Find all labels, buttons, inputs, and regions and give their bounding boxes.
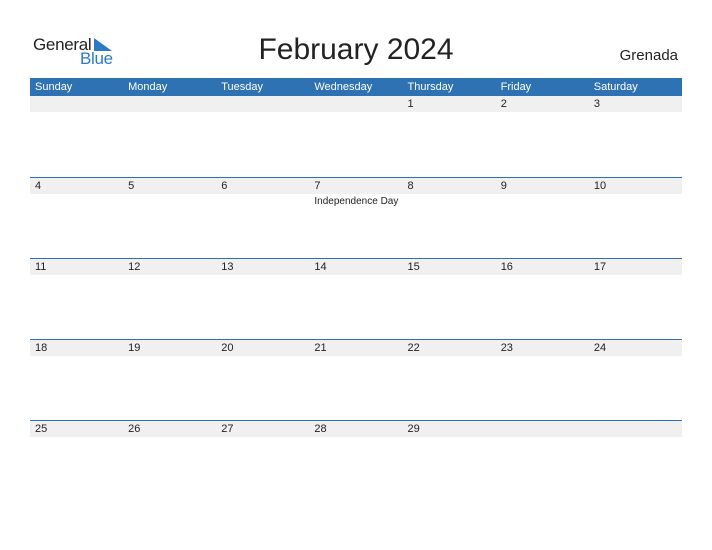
day-cell [216, 96, 309, 177]
day-number: 5 [128, 180, 135, 192]
weekday-monday: Monday [128, 81, 168, 93]
weekday-friday: Friday [500, 81, 532, 93]
day-number: 16 [500, 261, 513, 273]
day-number: 22 [407, 342, 420, 354]
day-number: 10 [593, 180, 607, 192]
day-cell: 23 [496, 340, 589, 421]
day-number: 11 [35, 261, 47, 273]
day-number: 28 [314, 423, 327, 435]
day-number: 29 [407, 423, 420, 435]
weekday-sunday: Sunday [35, 81, 73, 93]
day-cell [589, 421, 682, 502]
day-number: 20 [221, 342, 234, 354]
day-number: 15 [407, 261, 420, 273]
day-cell: 26 [123, 421, 216, 502]
day-number: 14 [314, 261, 327, 273]
day-cell: 2 [496, 96, 589, 177]
day-number: 13 [221, 261, 234, 273]
day-cell: 27 [216, 421, 309, 502]
week-row: 4 5 6 7 Independence Day 8 9 10 [30, 177, 682, 259]
day-number: 26 [128, 423, 141, 435]
day-cell: 6 [216, 178, 309, 259]
day-cell: 24 [589, 340, 682, 421]
day-number: 8 [407, 180, 414, 192]
day-number: 21 [314, 342, 327, 354]
day-cell: 18 [30, 340, 123, 421]
day-number: 12 [128, 261, 141, 273]
day-cell: 15 [403, 259, 496, 340]
week-row: 11 12 13 14 15 16 17 [30, 258, 682, 340]
day-cell: 1 [403, 96, 496, 177]
day-cell: 12 [123, 259, 216, 340]
weekday-tuesday: Tuesday [221, 81, 264, 93]
day-cell [30, 96, 123, 177]
weekday-thursday: Thursday [407, 81, 454, 93]
day-number: 23 [500, 342, 513, 354]
day-number: 24 [593, 342, 607, 354]
day-number: 4 [35, 180, 42, 192]
day-cell [309, 96, 402, 177]
week-row: 25 26 27 28 29 [30, 420, 682, 502]
day-number: 1 [407, 98, 414, 110]
day-number: 25 [35, 423, 48, 435]
weekday-wednesday: Wednesday [314, 81, 373, 93]
day-number: 17 [593, 261, 607, 273]
day-cell: 4 [30, 178, 123, 259]
day-cell: 22 [403, 340, 496, 421]
day-cell: 20 [216, 340, 309, 421]
day-number: 27 [221, 423, 234, 435]
day-cell [123, 96, 216, 177]
day-cell: 8 [403, 178, 496, 259]
day-number: 18 [35, 342, 48, 354]
day-cell: 25 [30, 421, 123, 502]
holiday-label: Independence Day [314, 196, 399, 207]
day-cell: 3 [589, 96, 682, 177]
day-cell: 7 Independence Day [309, 178, 402, 259]
day-number: 19 [128, 342, 141, 354]
day-cell: 11 [30, 259, 123, 340]
day-cell: 17 [589, 259, 682, 340]
week-row: 18 19 20 21 22 23 24 [30, 339, 682, 421]
day-cell [496, 421, 589, 502]
day-cell: 5 [123, 178, 216, 259]
day-cell: 28 [309, 421, 402, 502]
day-cell: 21 [309, 340, 402, 421]
calendar-title: February 2024 [258, 33, 454, 66]
day-cell: 13 [216, 259, 309, 340]
day-number: 9 [500, 180, 507, 192]
day-cell: 14 [309, 259, 402, 340]
country-label: Grenada [619, 47, 678, 64]
day-number: 3 [593, 98, 600, 110]
weekday-saturday: Saturday [593, 81, 638, 93]
day-number: 6 [221, 180, 228, 192]
week-row: 1 2 3 [30, 96, 682, 177]
day-number: 2 [500, 98, 507, 110]
day-cell: 16 [496, 259, 589, 340]
day-number: 7 [314, 180, 321, 192]
weekday-header: Sunday Monday Tuesday Wednesday Thursday… [30, 78, 682, 96]
day-cell: 9 [496, 178, 589, 259]
day-cell: 19 [123, 340, 216, 421]
day-cell: 10 [589, 178, 682, 259]
day-cell: 29 [403, 421, 496, 502]
